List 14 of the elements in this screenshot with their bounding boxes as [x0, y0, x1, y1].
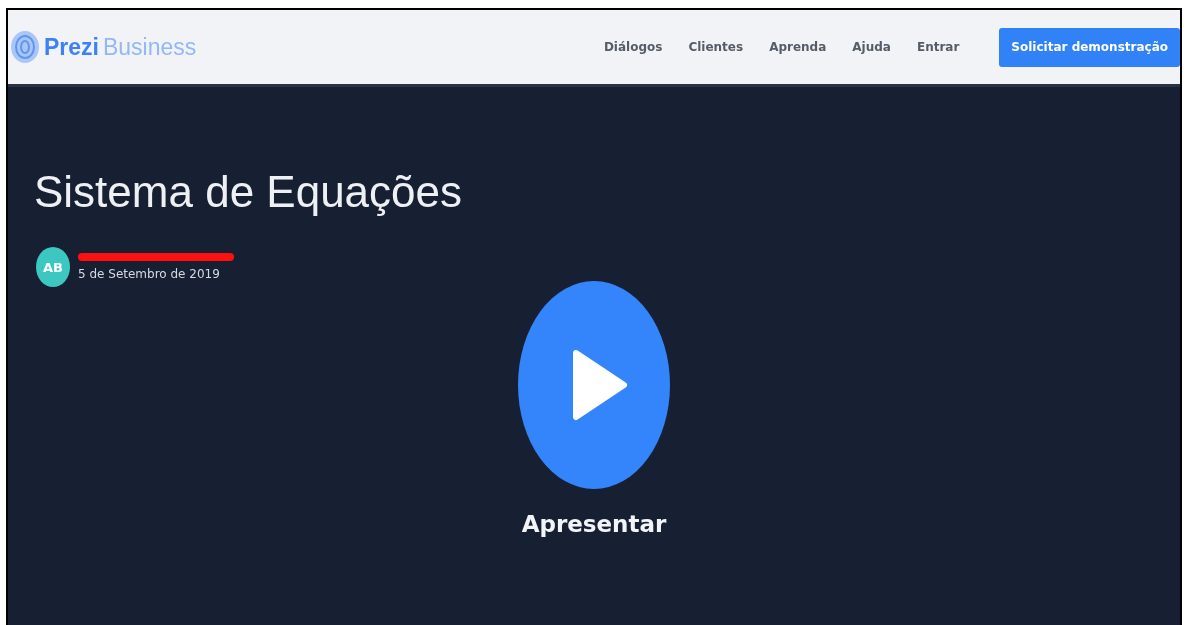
author-avatar: AB — [36, 247, 70, 287]
present-label: Apresentar — [521, 511, 667, 537]
logo-brand: Prezi — [44, 33, 99, 61]
nav-link[interactable]: Entrar — [916, 40, 960, 54]
nav-link[interactable]: Ajuda — [852, 40, 891, 54]
publish-date: 5 de Setembro de 2019 — [78, 267, 221, 281]
globe-logo-icon — [10, 30, 40, 64]
nav-link[interactable]: Diálogos — [603, 40, 663, 54]
play-icon — [572, 349, 628, 421]
nav-link[interactable]: Aprenda — [769, 40, 827, 54]
logo-product: Business — [103, 33, 197, 61]
nav-link[interactable]: Clientes — [688, 40, 744, 54]
request-demo-button[interactable]: Solicitar demonstração — [999, 27, 1180, 67]
presentation-title: Sistema de Equações — [34, 167, 464, 217]
